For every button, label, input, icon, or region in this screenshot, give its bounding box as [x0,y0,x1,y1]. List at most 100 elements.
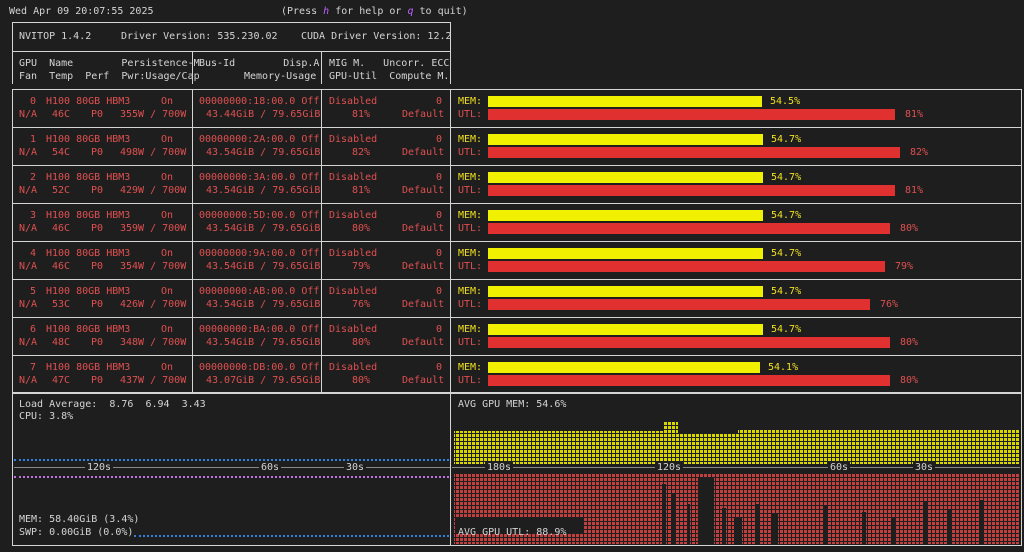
col-header-bus-line2: Memory-Usage [244,71,317,82]
gpu-mig-mode: Disabled [329,286,378,297]
gpu-temp: 48C [52,337,71,348]
gpu-persistence: On [161,362,174,373]
info-divider [12,51,450,52]
gpu-row-divider [12,355,1022,356]
host-axis-line [14,467,450,468]
mem-usage-percent: 54.1% [768,362,799,373]
gpu-persistence: On [161,210,174,221]
info-border-top [12,22,450,23]
col-sep-2 [321,51,322,84]
util-bar-label: UTL: [458,223,483,234]
gpu-fan: N/A [19,223,38,234]
util-usage-percent: 76% [880,299,899,310]
gpu-ecc: 0 [436,210,443,221]
gpu-persistence: On [161,134,174,145]
gpu-power: 354W / 700W [120,261,187,272]
gpu-persistence: On [161,172,174,183]
gpu-compute-mode: Default [402,261,445,272]
gpu-mig-mode: Disabled [329,172,378,183]
gpu-power: 429W / 700W [120,185,187,196]
gpu-compute-mode: Default [402,147,445,158]
col-header-bus-line1: Bus-Id Disp.A [199,58,320,69]
gpu-row-divider [12,393,1022,394]
gpu-temp: 46C [52,261,71,272]
gpu-perf: P0 [91,147,104,158]
gpu-axis-120s: 120s [655,461,684,474]
gpu-memory-usage: 43.54GiB / 79.65GiB [206,223,321,234]
mem-usage-percent: 54.5% [770,96,801,107]
host-axis-60s: 60s [259,461,282,474]
gpu-util: 76% [352,299,371,310]
gpu-perf: P0 [91,185,104,196]
util-usage-percent: 80% [900,375,919,386]
lower-border-left [12,392,13,546]
mem-bar-label: MEM: [458,210,483,221]
gpu-ecc: 0 [436,96,443,107]
mem-usage-percent: 54.7% [771,172,802,183]
gpu-name: H100 80GB HBM3 [46,324,131,335]
col-sep-1 [192,51,193,84]
gpu-memory-usage: 43.54GiB / 79.65GiB [206,185,321,196]
mem-usage-bar [488,96,762,107]
mem-usage-percent: 54.7% [771,248,802,259]
gpu-util: 81% [352,109,371,120]
util-usage-bar [488,375,890,386]
gpu-persistence: On [161,248,174,259]
gpu-fan: N/A [19,147,38,158]
gpu-index: 0 [30,96,37,107]
gpu-temp: 46C [52,109,71,120]
gpu-perf: P0 [91,261,104,272]
gpu-fan: N/A [19,261,38,272]
cpu-usage: CPU: 3.8% [19,411,74,422]
gpu-name: H100 80GB HBM3 [46,286,131,297]
gpu-name: H100 80GB HBM3 [46,362,131,373]
mem-usage-bar [488,210,763,221]
gpu-memory-usage: 43.54GiB / 79.65GiB [206,337,321,348]
gpu-temp: 46C [52,223,71,234]
gpu-ecc: 0 [436,286,443,297]
mem-usage-percent: 54.7% [771,210,802,221]
mem-bar-label: MEM: [458,134,483,145]
gpu-axis-30s: 30s [913,461,936,474]
mem-usage-bar [488,324,763,335]
gpu-name: H100 80GB HBM3 [46,96,131,107]
mem-usage-bar [488,248,763,259]
col-header-gpu-line1: GPU Name Persistence-M [19,58,200,69]
gpu-mem-history-chart [454,422,1020,464]
gpu-compute-mode: Default [402,299,445,310]
gpu-fan: N/A [19,299,38,310]
gpu-compute-mode: Default [402,375,445,386]
gpu-power: 355W / 700W [120,109,187,120]
util-usage-bar [488,185,895,196]
help-prefix: (Press [281,6,324,17]
cuda-version: CUDA Driver Version: 12.2 [301,31,452,42]
avg-gpu-util: AVG GPU UTL: 88.9% [458,527,567,538]
avg-gpu-mem: AVG GPU MEM: 54.6% [458,399,567,410]
gpu-bus-id: 00000000:DB:00.0 Off [199,362,320,373]
host-axis-120s: 120s [85,461,114,474]
lower-divider [450,392,451,546]
help-middle: for help or [329,6,408,17]
host-swap: SWP: 0.00GiB (0.0%) [19,527,134,538]
host-axis-30s: 30s [344,461,367,474]
gpu-index: 1 [30,134,37,145]
gpu-table-border-top [12,89,1022,90]
util-bar-label: UTL: [458,261,483,272]
gpu-util: 79% [352,261,371,272]
gpu-persistence: On [161,324,174,335]
gpu-persistence: On [161,286,174,297]
gpu-temp: 47C [52,375,71,386]
gpu-index: 4 [30,248,37,259]
util-usage-percent: 80% [900,223,919,234]
util-usage-bar [488,299,870,310]
util-bar-label: UTL: [458,147,483,158]
gpu-util: 80% [352,337,371,348]
driver-version: Driver Version: 535.230.02 [121,31,278,42]
gpu-bus-id: 00000000:5D:00.0 Off [199,210,320,221]
lower-border-right [1021,392,1022,546]
gpu-perf: P0 [91,375,104,386]
gpu-ecc: 0 [436,324,443,335]
lower-border-bottom [12,545,1022,546]
gpu-index: 7 [30,362,37,373]
util-bar-label: UTL: [458,375,483,386]
